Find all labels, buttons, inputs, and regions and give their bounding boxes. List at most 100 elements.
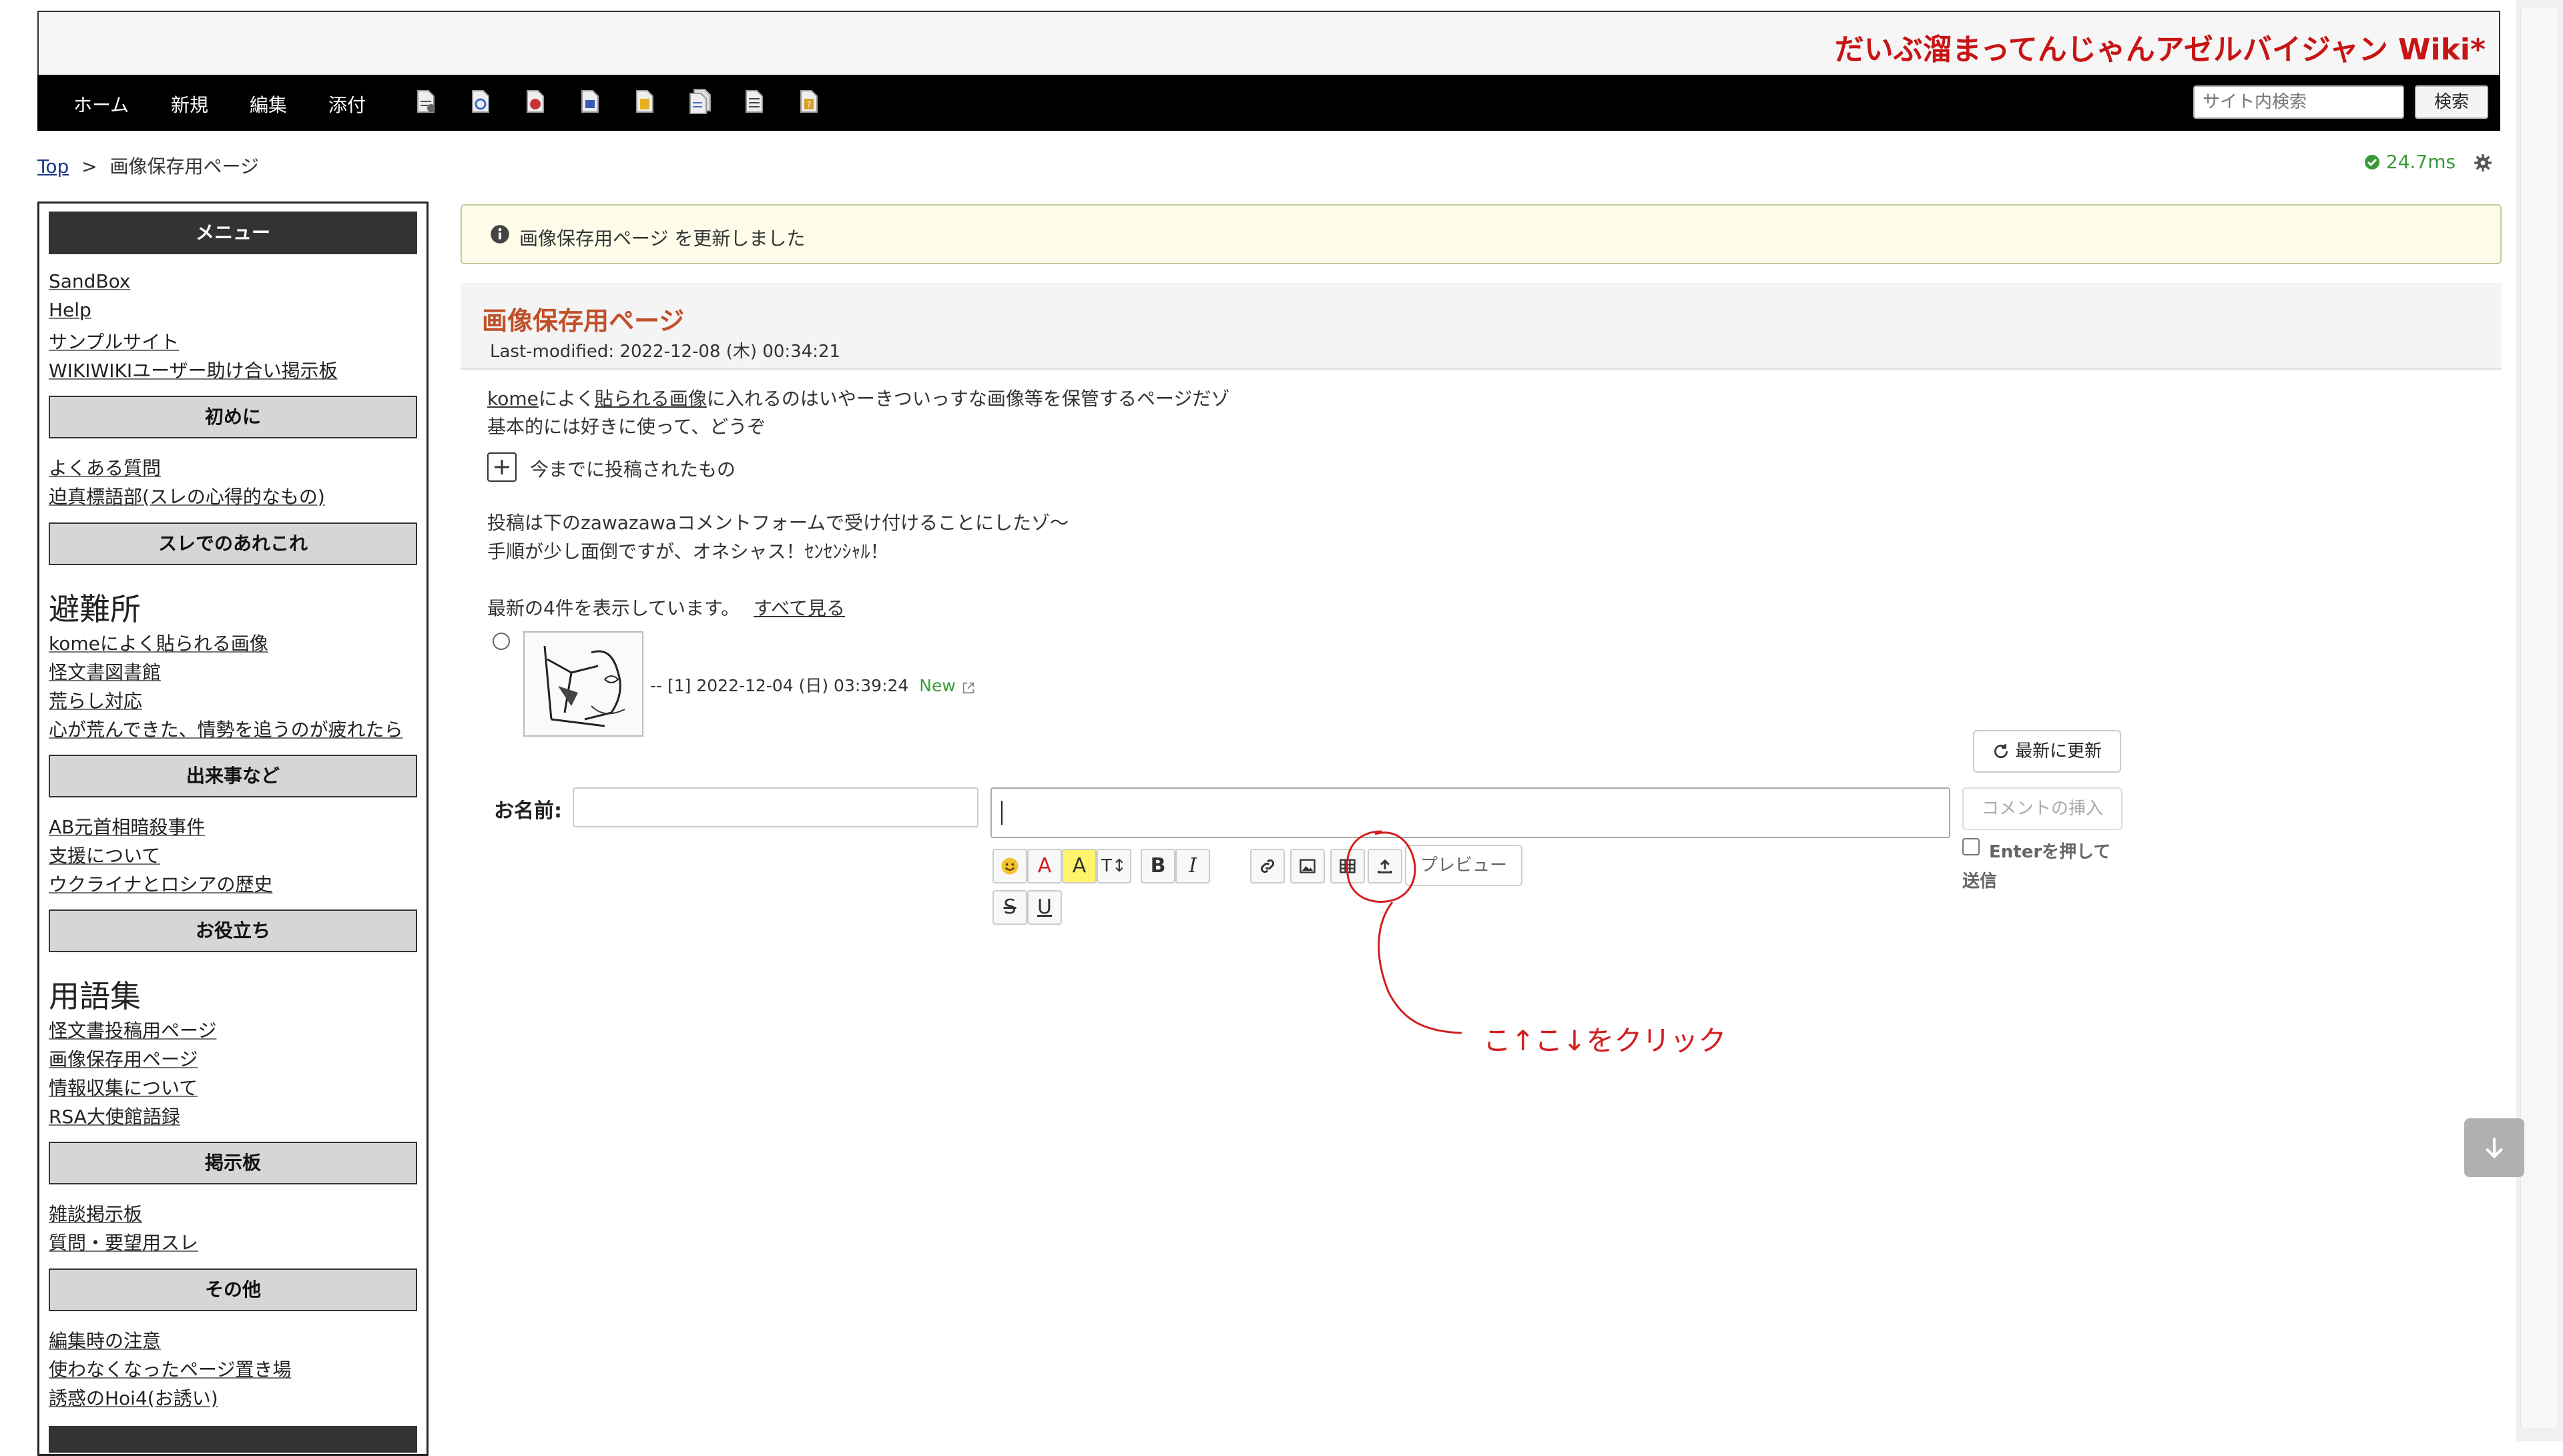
link-button[interactable] — [1250, 849, 1285, 883]
update-notice: 画像保存用ページ を更新しました — [461, 204, 2502, 264]
font-size-button[interactable]: T↕ — [1097, 849, 1131, 883]
name-input[interactable] — [573, 787, 978, 827]
sidebar-heading-beginner: 初めに — [49, 396, 417, 438]
text-cursor — [1001, 801, 1003, 825]
page-help-icon[interactable]: ? — [797, 88, 821, 115]
last-modified: Last-modified: 2022-12-08 (木) 00:34:21 — [490, 342, 841, 362]
render-time: 24.7ms — [2364, 151, 2456, 173]
search-input[interactable] — [2193, 85, 2404, 119]
nav-new[interactable]: 新規 — [171, 91, 208, 117]
emoji-button[interactable] — [992, 849, 1027, 883]
search-button[interactable]: 検索 — [2415, 85, 2488, 119]
sidebar-link-history[interactable]: ウクライナとロシアの歴史 — [49, 870, 272, 897]
strikethrough-button[interactable]: S — [992, 890, 1027, 925]
info-icon — [491, 225, 509, 244]
sidebar-link-sample-site[interactable]: サンプルサイト — [49, 328, 179, 354]
page-recent-icon[interactable] — [742, 88, 766, 115]
image-button[interactable] — [1290, 849, 1325, 883]
sidebar-heading-events: 出来事など — [49, 755, 417, 797]
comment-meta: -- [1] 2022-12-04 (日) 03:39:24 New — [650, 673, 976, 697]
scrollbar-thumb[interactable] — [2520, 7, 2559, 1429]
breadcrumb: Top > 画像保存用ページ — [37, 152, 259, 179]
sidebar-link-edit-notes[interactable]: 編集時の注意 — [49, 1327, 161, 1353]
see-all-link[interactable]: すべて見る — [754, 597, 845, 619]
breadcrumb-top-link[interactable]: Top — [37, 155, 69, 177]
image-icon — [1300, 859, 1316, 873]
nav-attach[interactable]: 添付 — [328, 91, 366, 117]
font-color-icon: A — [1037, 854, 1052, 877]
comment-textarea[interactable] — [990, 787, 1950, 838]
annotation-circle-drawing — [1346, 830, 1462, 1034]
navbar: ホーム 新規 編集 添付 ? — [37, 75, 2500, 131]
nav-home[interactable]: ホーム — [73, 91, 129, 117]
sidebar-link-chat-board[interactable]: 雑談掲示板 — [49, 1200, 142, 1226]
sidebar-link-sandbox[interactable]: SandBox — [49, 270, 131, 292]
underline-button[interactable]: U — [1027, 890, 1062, 925]
nav-edit[interactable]: 編集 — [250, 91, 287, 117]
highlight-button[interactable]: A — [1062, 849, 1097, 883]
sidebar-link-support[interactable]: 支援について — [49, 841, 160, 868]
external-link-icon[interactable] — [961, 681, 976, 695]
sidebar-link-faq[interactable]: よくある質問 — [49, 454, 161, 480]
render-time-value: 24.7ms — [2385, 151, 2456, 173]
sidebar-heading-board: 掲示板 — [49, 1142, 417, 1184]
sidebar-link-slogans[interactable]: 迫真標語部(スレの心得的なもの) — [49, 482, 325, 509]
sidebar-link-hoi4[interactable]: 誘惑のHoi4(お誘い) — [49, 1384, 218, 1411]
sidebar-link-image-page[interactable]: 画像保存用ページ — [49, 1045, 198, 1072]
sidebar-link-vandal[interactable]: 荒らし対応 — [49, 687, 142, 713]
page-new-icon[interactable] — [414, 88, 438, 115]
strikethrough-icon: S — [1003, 895, 1017, 919]
sidebar-link-help[interactable]: Help — [49, 299, 91, 321]
refresh-button[interactable]: 最新に更新 — [1973, 730, 2121, 773]
annotation-text: こ↑こ↓をクリック — [1483, 1024, 1727, 1057]
kome-images-link[interactable]: 貼られる画像 — [595, 388, 707, 410]
breadcrumb-current: 画像保存用ページ — [109, 155, 259, 177]
post-line-1: 投稿は下のzawazawaコメントフォームで受け付けることにしたゾ〜 — [487, 512, 1069, 534]
sidebar-link-library[interactable]: 怪文書図書館 — [49, 658, 161, 685]
page-title[interactable]: 画像保存用ページ — [482, 300, 684, 337]
expand-label[interactable]: 今までに投稿されたもの — [530, 455, 736, 482]
sidebar-heading-cutoff — [49, 1426, 417, 1453]
comment-image[interactable] — [523, 631, 643, 737]
italic-button[interactable]: I — [1175, 849, 1210, 883]
scroll-to-bottom-button[interactable] — [2464, 1118, 2524, 1177]
sidebar-link-tired[interactable]: 心が荒んできた、情勢を追うのが疲れたら — [49, 715, 403, 742]
expand-icon[interactable] — [487, 452, 517, 482]
font-color-button[interactable]: A — [1027, 849, 1062, 883]
sidebar-heading-other: その他 — [49, 1268, 417, 1311]
page-diff-icon[interactable] — [523, 88, 547, 115]
sidebar-link-unused[interactable]: 使わなくなったページ置き場 — [49, 1355, 291, 1382]
enter-send-label-2: 送信 — [1962, 871, 1998, 891]
sidebar-link-info[interactable]: 情報収集について — [49, 1074, 198, 1100]
page-list-icon[interactable] — [687, 88, 711, 115]
underline-icon: U — [1037, 895, 1052, 919]
page-backup-icon[interactable] — [578, 88, 602, 115]
kome-link[interactable]: kome — [487, 388, 539, 410]
breadcrumb-separator: > — [81, 155, 97, 177]
sidebar-link-wikiwiki-board[interactable]: WIKIWIKIユーザー助け合い掲示板 — [49, 356, 338, 383]
comment-radio[interactable] — [493, 633, 510, 650]
bold-icon: B — [1150, 854, 1166, 877]
page-copy-icon[interactable] — [469, 88, 493, 115]
notice-text: を更新しました — [668, 228, 806, 250]
gear-icon[interactable] — [2474, 153, 2492, 172]
site-title[interactable]: だいぶ溜まってんじゃんアゼルバイジャン Wiki* — [1835, 25, 2486, 68]
sidebar-link-kaibunsho[interactable]: 怪文書投稿用ページ — [49, 1016, 216, 1043]
site-header: だいぶ溜まってんじゃんアゼルバイジャン Wiki* — [37, 11, 2500, 75]
sidebar-link-kome-images[interactable]: komeによく貼られる画像 — [49, 629, 268, 656]
intro-line-1: komeによく貼られる画像に入れるのはいやーきついっすな画像等を保管するページだ… — [487, 388, 1230, 410]
page-freeze-icon[interactable] — [633, 88, 657, 115]
sidebar-heading-menu: メニュー — [49, 212, 417, 254]
enter-send-checkbox[interactable] — [1962, 838, 1980, 855]
sidebar-link-rsa[interactable]: RSA大使館語録 — [49, 1102, 180, 1129]
svg-text:?: ? — [807, 100, 811, 109]
sidebar-link-ab[interactable]: AB元首相暗殺事件 — [49, 813, 205, 839]
sidebar-heading-refuge: 避難所 — [49, 591, 141, 627]
sidebar-link-request[interactable]: 質問・要望用スレ — [49, 1228, 198, 1255]
intro-line-2: 基本的には好きに使って、どうぞ — [487, 416, 766, 438]
insert-comment-button[interactable]: コメントの挿入 — [1962, 787, 2122, 830]
bold-button[interactable]: B — [1141, 849, 1175, 883]
name-label: お名前: — [494, 799, 562, 823]
emoji-icon — [1001, 857, 1019, 875]
sidebar-heading-useful: お役立ち — [49, 909, 417, 952]
